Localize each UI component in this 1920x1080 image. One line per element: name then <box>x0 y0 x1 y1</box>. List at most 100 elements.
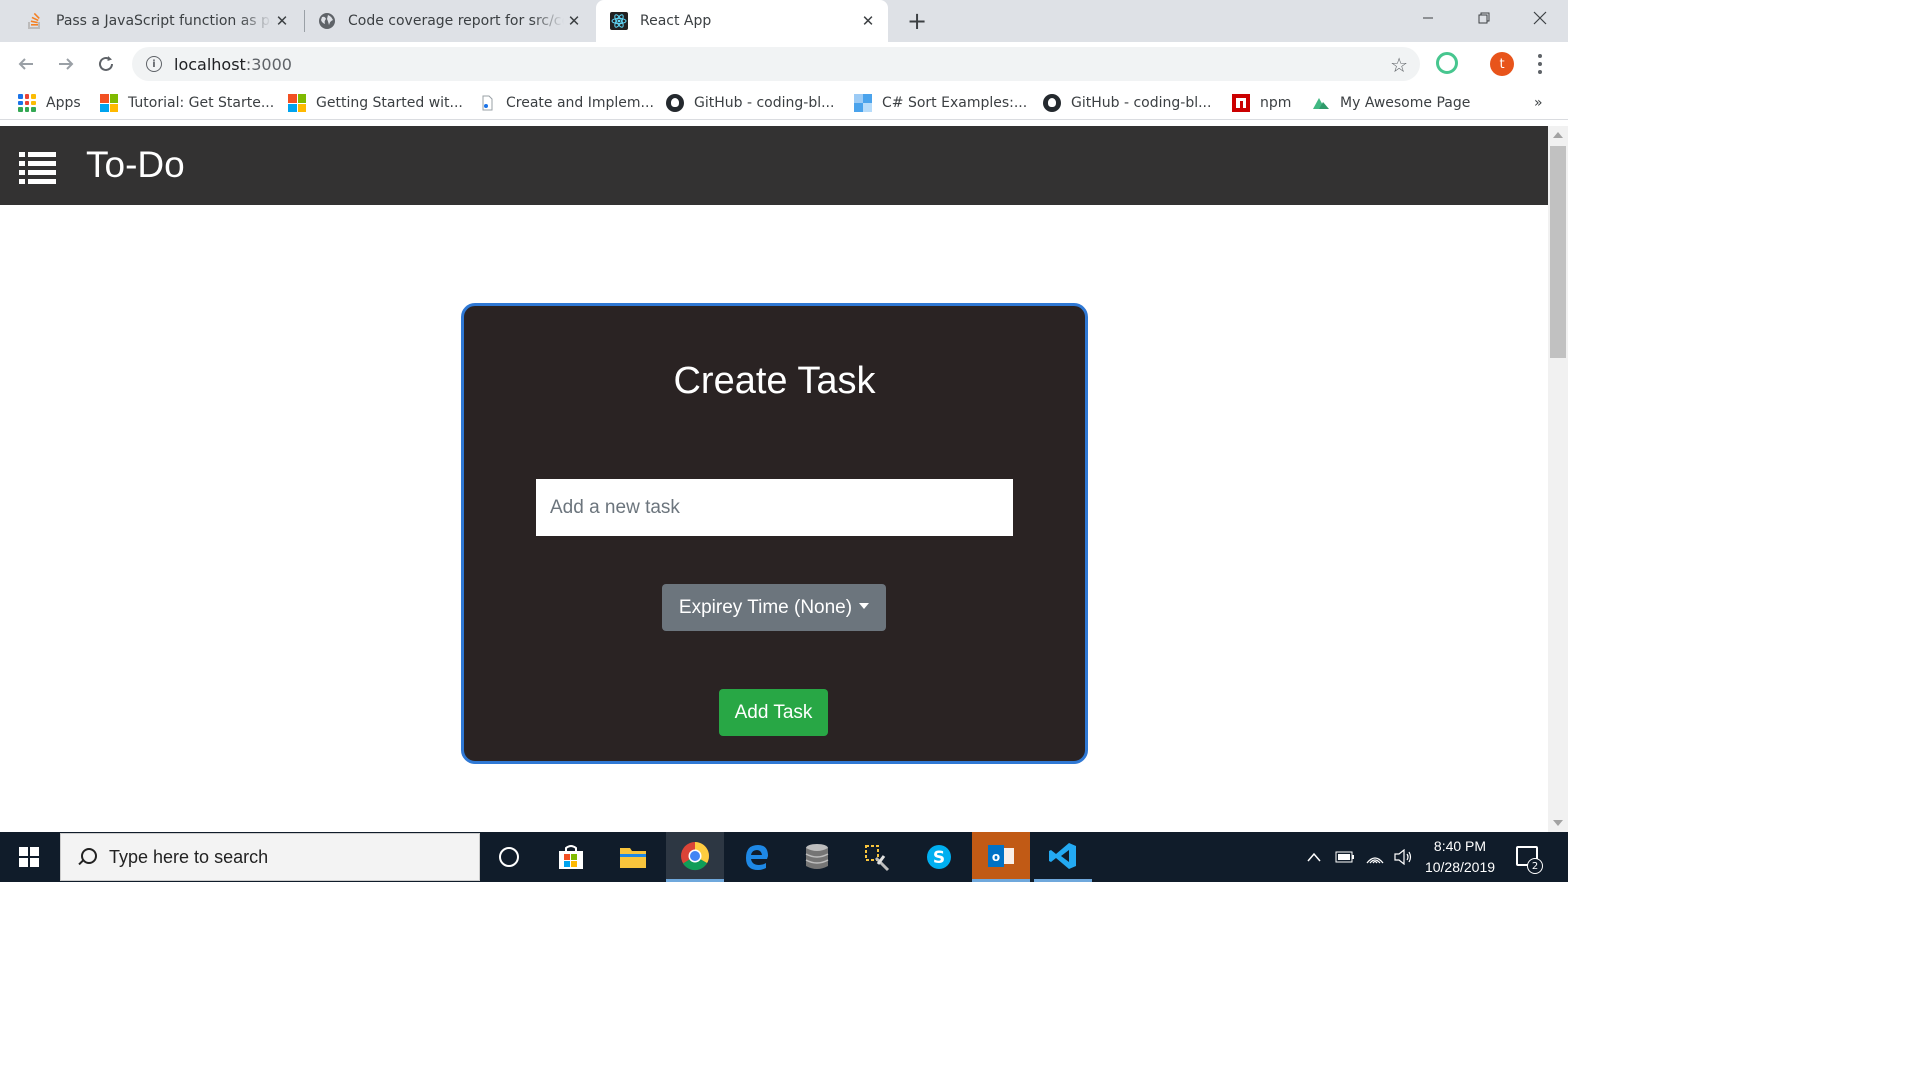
react-icon <box>610 12 628 30</box>
bookmark-my-awesome-page[interactable]: My Awesome Page <box>1312 92 1470 114</box>
taskbar-outlook[interactable]: o <box>972 832 1030 882</box>
address-bar[interactable]: i localhost:3000 ☆ <box>132 47 1420 81</box>
taskbar-search-box[interactable]: Type here to search <box>60 833 480 881</box>
store-icon <box>559 845 583 869</box>
taskbar-edge[interactable] <box>728 832 786 882</box>
card-title: Create Task <box>673 360 876 402</box>
speaker-icon <box>1394 849 1412 865</box>
list-menu-icon[interactable] <box>19 152 56 184</box>
svg-text:S: S <box>933 848 945 868</box>
new-tab-button[interactable]: + <box>904 7 930 35</box>
close-tab-icon[interactable]: ✕ <box>858 11 878 31</box>
browser-menu-icon[interactable] <box>1532 52 1548 76</box>
close-tab-icon[interactable]: ✕ <box>564 11 584 31</box>
microsoft-icon <box>288 94 306 112</box>
task-input[interactable] <box>536 479 1013 536</box>
site-info-icon[interactable]: i <box>146 56 162 72</box>
url-port: :3000 <box>245 54 292 74</box>
tab-coverage-report[interactable]: Code coverage report for src/con ✕ <box>308 0 594 42</box>
restore-window-button[interactable] <box>1456 0 1512 36</box>
page-icon <box>478 94 496 112</box>
bookmark-github-1[interactable]: GitHub - coding-bl... <box>666 92 834 114</box>
start-button[interactable] <box>0 832 58 882</box>
scroll-down-arrow-icon[interactable] <box>1553 820 1563 826</box>
reload-button[interactable] <box>92 50 120 78</box>
bookmark-label: Tutorial: Get Starte... <box>128 95 275 111</box>
svg-text:o: o <box>992 850 1000 864</box>
bookmark-star-icon[interactable]: ☆ <box>1390 53 1408 77</box>
taskbar-vscode[interactable] <box>1034 832 1092 882</box>
browser-toolbar: i localhost:3000 ☆ <box>0 42 1568 86</box>
cortana-button[interactable] <box>480 832 538 882</box>
search-icon <box>77 848 97 866</box>
page-viewport: To-Do Create Task Expirey Time (None) Ad… <box>0 126 1548 832</box>
tab-title: Code coverage report for src/con <box>348 13 564 29</box>
url-host: localhost <box>174 54 246 74</box>
bookmark-getting-started[interactable]: Getting Started wit... <box>288 92 463 114</box>
bookmark-label: Apps <box>46 95 81 111</box>
outlook-icon: o <box>988 844 1014 867</box>
taskbar-skype[interactable]: S <box>910 832 968 882</box>
clock-time: 8:40 PM <box>1433 838 1487 854</box>
bookmarks-overflow-button[interactable]: » <box>1534 92 1543 114</box>
grammarly-extension-icon[interactable] <box>1436 52 1458 74</box>
tab-react-app[interactable]: React App ✕ <box>596 0 888 42</box>
battery-icon <box>1335 851 1354 863</box>
taskbar-clock[interactable]: 8:40 PM 10/28/2019 <box>1412 836 1508 878</box>
bookmark-label: GitHub - coding-bl... <box>1071 95 1212 111</box>
taskbar-database[interactable] <box>788 832 846 882</box>
close-tab-icon[interactable]: ✕ <box>272 11 292 31</box>
bookmark-apps[interactable]: Apps <box>18 92 81 114</box>
apps-grid-icon <box>18 94 36 112</box>
network-status[interactable] <box>1362 832 1388 882</box>
npm-icon <box>1232 94 1250 112</box>
tab-separator <box>304 10 305 32</box>
tab-title: React App <box>640 13 712 29</box>
app-navbar: To-Do <box>0 126 1548 205</box>
browser-tab-strip: Pass a JavaScript function as para ✕ Cod… <box>0 0 1568 42</box>
bookmark-label: Getting Started wit... <box>316 95 463 111</box>
bookmark-label: My Awesome Page <box>1340 95 1471 111</box>
show-hidden-icons-button[interactable] <box>1302 832 1326 882</box>
dotnetperls-icon <box>854 94 872 112</box>
notification-count-badge: 2 <box>1527 858 1543 874</box>
edge-icon <box>746 845 768 870</box>
taskbar-tools[interactable] <box>848 832 906 882</box>
cortana-icon <box>499 847 519 867</box>
taskbar-store[interactable] <box>542 832 600 882</box>
close-window-button[interactable] <box>1512 0 1568 36</box>
windows-taskbar: Type here to search S o 8:40 PM 10/28/20… <box>0 832 1568 882</box>
taskbar-file-explorer[interactable] <box>604 832 662 882</box>
bookmark-tutorial[interactable]: Tutorial: Get Starte... <box>100 92 274 114</box>
github-icon <box>1043 94 1061 112</box>
bookmark-github-2[interactable]: GitHub - coding-bl... <box>1043 92 1211 114</box>
taskbar-search-placeholder: Type here to search <box>109 846 269 867</box>
add-task-button[interactable]: Add Task <box>719 689 828 736</box>
stackoverflow-icon <box>26 12 44 30</box>
bookmark-label: Create and Implem... <box>506 95 654 111</box>
battery-status[interactable] <box>1332 832 1358 882</box>
skype-icon: S <box>927 845 951 869</box>
clock-date: 10/28/2019 <box>1424 859 1496 875</box>
taskbar-chrome[interactable] <box>666 832 724 882</box>
create-task-card: Create Task Expirey Time (None) Add Task <box>461 303 1088 764</box>
forward-button[interactable] <box>52 50 80 78</box>
vscode-icon <box>1049 842 1076 869</box>
page-scrollbar[interactable] <box>1548 126 1568 832</box>
globe-icon <box>318 12 336 30</box>
scroll-thumb[interactable] <box>1550 146 1566 358</box>
tab-stackoverflow[interactable]: Pass a JavaScript function as para ✕ <box>16 0 302 42</box>
scroll-up-arrow-icon[interactable] <box>1553 132 1563 138</box>
caret-down-icon <box>859 603 870 609</box>
url-text[interactable]: localhost:3000 <box>174 55 292 74</box>
back-button[interactable] <box>12 50 40 78</box>
app-brand[interactable]: To-Do <box>86 144 185 186</box>
database-icon <box>805 844 829 869</box>
minimize-window-button[interactable] <box>1400 0 1456 36</box>
bookmark-create-implement[interactable]: Create and Implem... <box>478 92 654 114</box>
expiry-time-dropdown[interactable]: Expirey Time (None) <box>662 584 886 631</box>
profile-avatar[interactable]: t <box>1490 52 1514 76</box>
expiry-time-label: Expirey Time (None) <box>678 596 853 618</box>
bookmark-csharp-sort[interactable]: C# Sort Examples:... <box>854 92 1027 114</box>
bookmark-npm[interactable]: npm <box>1232 92 1291 114</box>
